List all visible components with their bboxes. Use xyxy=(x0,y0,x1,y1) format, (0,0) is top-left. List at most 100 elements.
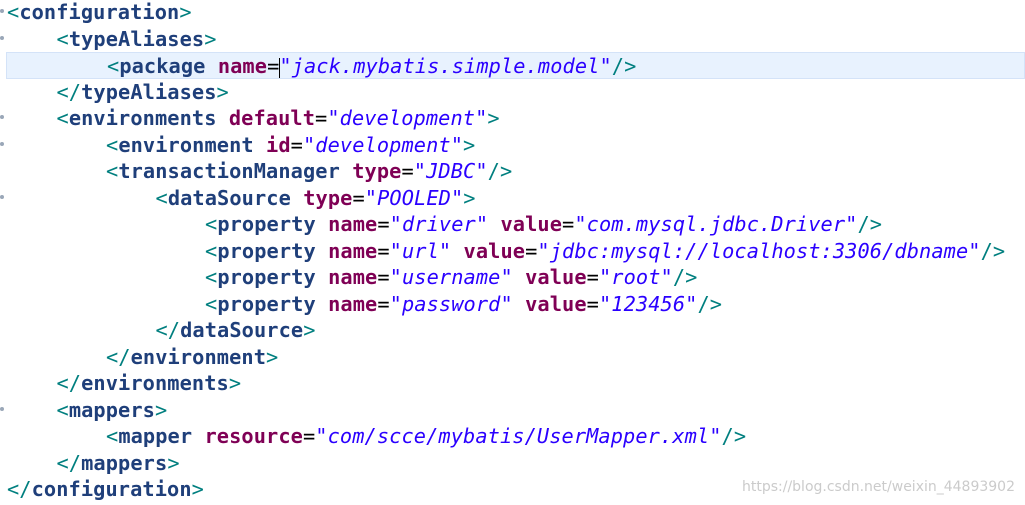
tag-name: property xyxy=(217,212,316,236)
punctuation: /> xyxy=(721,424,747,448)
equals-sign: = xyxy=(377,212,390,236)
punctuation: /> xyxy=(487,159,513,183)
code-line-text: <transactionManager type="JDBC"/> xyxy=(0,158,512,185)
equals-sign: = xyxy=(586,291,599,316)
attribute-name: type xyxy=(352,159,402,183)
punctuation: </ xyxy=(155,318,181,342)
punctuation: /> xyxy=(697,291,723,316)
punctuation: </ xyxy=(56,371,82,395)
tag-name: environments xyxy=(68,106,217,130)
tag-name: dataSource xyxy=(180,318,304,342)
attribute-name: value xyxy=(525,265,587,289)
tag-name: dataSource xyxy=(167,185,291,210)
punctuation: < xyxy=(56,106,69,130)
equals-sign: = xyxy=(267,54,280,78)
code-line[interactable]: <property name="url" value="jdbc:mysql:/… xyxy=(0,238,1025,265)
punctuation: < xyxy=(155,185,168,210)
equals-sign: = xyxy=(315,106,328,130)
punctuation: </ xyxy=(7,477,32,501)
code-line-text: <environment id="development"> xyxy=(0,132,475,159)
equals-sign: = xyxy=(302,424,316,448)
tag-name: configuration xyxy=(19,0,180,24)
code-line-text: </dataSource> xyxy=(0,317,316,344)
punctuation: < xyxy=(106,132,119,157)
equals-sign: = xyxy=(377,265,390,289)
punctuation: > xyxy=(463,185,476,210)
code-line[interactable]: </typeAliases> xyxy=(0,79,1025,106)
code-line[interactable]: <configuration> xyxy=(0,0,1025,26)
punctuation: /> xyxy=(672,265,698,289)
attribute-name: value xyxy=(525,291,587,316)
code-line[interactable]: </dataSource> xyxy=(0,317,1025,344)
code-editor[interactable]: <configuration> <typeAliases> <package nam… xyxy=(0,0,1025,505)
attribute-name: default xyxy=(228,106,316,130)
code-line[interactable]: </environments> xyxy=(0,370,1025,397)
punctuation: < xyxy=(106,159,119,183)
attribute-value: "password" xyxy=(389,291,513,316)
attribute-value: "com/scce/mybatis/UserMapper.xml" xyxy=(315,424,722,448)
punctuation: < xyxy=(56,397,69,422)
tag-name: configuration xyxy=(31,477,192,501)
code-line[interactable]: <mappers> xyxy=(0,397,1025,424)
punctuation: > xyxy=(487,106,500,130)
punctuation: /> xyxy=(980,238,1006,263)
tag-name: environment xyxy=(130,344,267,369)
watermark-text: https://blog.csdn.net/weixin_44893902 xyxy=(741,479,1015,495)
punctuation: /> xyxy=(857,212,883,236)
punctuation: > xyxy=(191,477,204,501)
code-line[interactable]: </mappers> xyxy=(0,450,1025,477)
punctuation: </ xyxy=(56,450,82,475)
code-line-text: <package name="jack.mybatis.simple.model… xyxy=(1,53,636,80)
code-line[interactable]: <environment id="development"> xyxy=(0,132,1025,159)
equals-sign: = xyxy=(377,291,390,316)
code-line-text: <property name="username" value="root"/> xyxy=(0,264,697,291)
code-line[interactable]: <property name="driver" value="com.mysql… xyxy=(0,211,1025,238)
equals-sign: = xyxy=(377,238,390,263)
code-line-text: </configuration> xyxy=(0,476,204,503)
code-line[interactable]: <property name="password" value="123456"… xyxy=(0,291,1025,318)
equals-sign: = xyxy=(352,185,365,210)
attribute-name: resource xyxy=(204,424,303,448)
tag-name: package xyxy=(119,54,206,78)
attribute-value: "root" xyxy=(598,265,673,289)
punctuation: > xyxy=(216,79,229,104)
punctuation: </ xyxy=(56,79,82,104)
code-line[interactable]: <dataSource type="POOLED"> xyxy=(0,185,1025,212)
code-line[interactable]: <typeAliases> xyxy=(0,26,1025,53)
attribute-value: "POOLED" xyxy=(364,185,464,210)
attribute-value: "url" xyxy=(389,238,452,263)
code-line[interactable]: <environments default="development"> xyxy=(0,105,1025,132)
equals-sign: = xyxy=(525,238,538,263)
punctuation: < xyxy=(205,265,218,289)
attribute-name: name xyxy=(328,291,378,316)
tag-name: transactionManager xyxy=(118,159,340,183)
attribute-name: name xyxy=(328,212,378,236)
tag-name: environment xyxy=(118,132,254,157)
attribute-name: name xyxy=(328,265,378,289)
tag-name: mapper xyxy=(118,424,193,448)
attribute-name: name xyxy=(328,238,378,263)
code-line-current[interactable]: <package name="jack.mybatis.simple.model… xyxy=(6,52,1025,79)
code-line-text: </environments> xyxy=(0,370,242,397)
punctuation: </ xyxy=(106,344,131,369)
punctuation: > xyxy=(155,397,168,422)
attribute-name: name xyxy=(217,54,268,78)
punctuation: < xyxy=(107,54,120,78)
punctuation: < xyxy=(205,291,218,316)
code-line[interactable]: <mapper resource="com/scce/mybatis/UserM… xyxy=(0,423,1025,450)
code-line[interactable]: </environment> xyxy=(0,344,1025,371)
code-line[interactable]: <property name="username" value="root"/> xyxy=(0,264,1025,291)
code-line[interactable]: <transactionManager type="JDBC"/> xyxy=(0,158,1025,185)
punctuation: < xyxy=(7,0,20,24)
attribute-name: type xyxy=(303,185,353,210)
attribute-value: "username" xyxy=(389,265,513,289)
tag-name: property xyxy=(217,265,316,289)
